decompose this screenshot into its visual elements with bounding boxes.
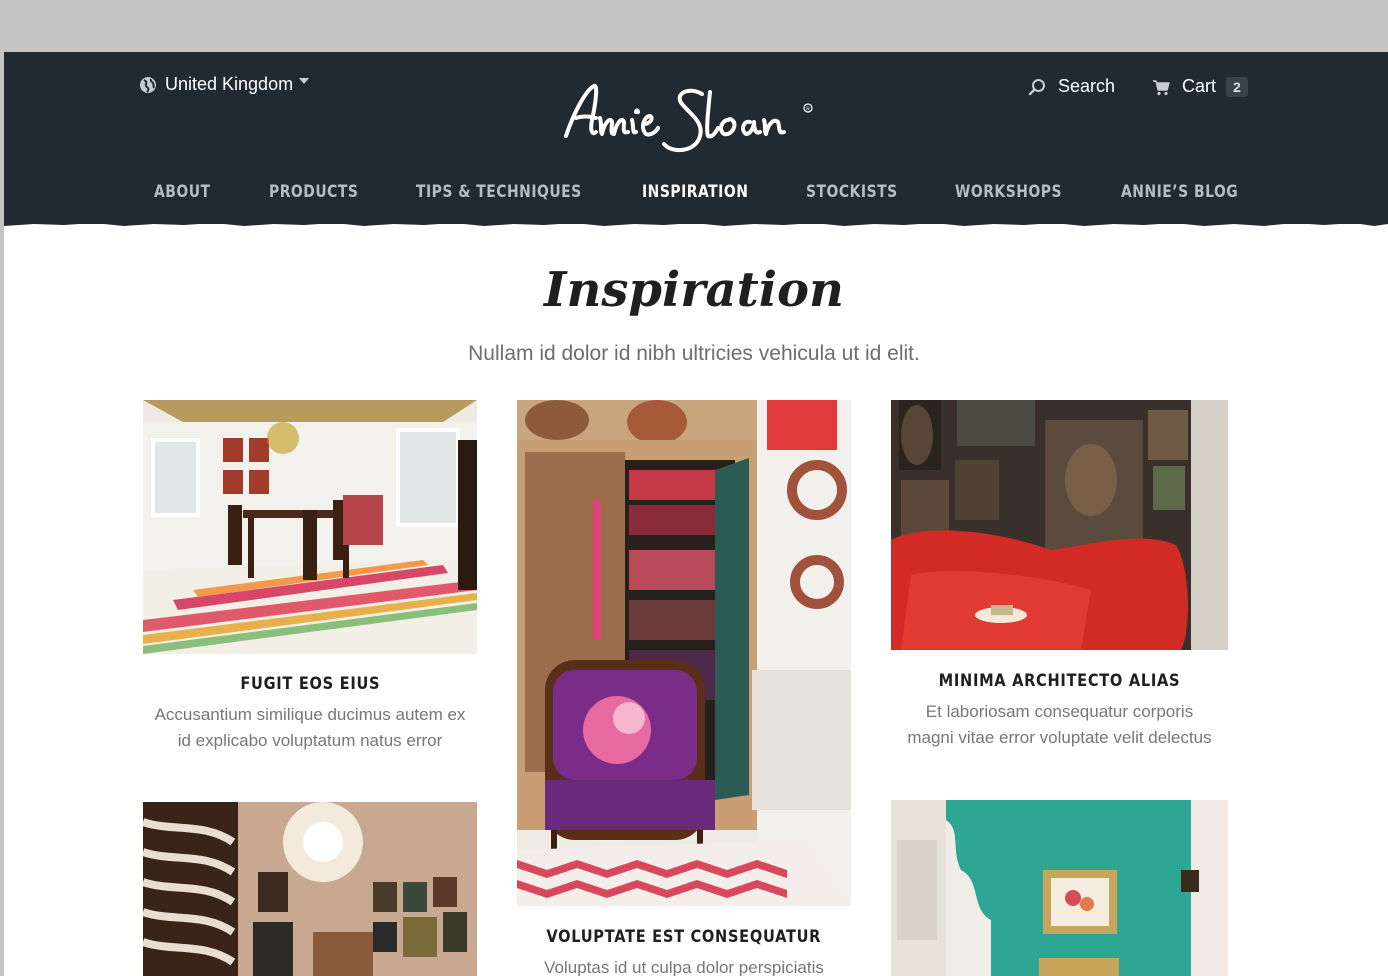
- nav-item-tips-techniques[interactable]: TIPS & TECHNIQUES: [416, 182, 582, 202]
- search-link[interactable]: Search: [1028, 76, 1115, 97]
- chevron-down-icon: [299, 77, 310, 84]
- nav-item-about[interactable]: ABOUT: [154, 182, 211, 202]
- cart-count-badge: 2: [1226, 76, 1248, 97]
- page-title: Inspiration: [544, 262, 844, 318]
- card-image-cabinet-chair[interactable]: [517, 400, 851, 906]
- cart-icon: [1153, 79, 1170, 95]
- page-subtitle: Nullam id dolor id nibh ultricies vehicu…: [468, 342, 920, 365]
- globe-icon: [140, 76, 156, 93]
- brand-logo[interactable]: R: [552, 72, 842, 164]
- browser-chrome-bar: [0, 0, 1388, 52]
- card-description: Voluptas id ut culpa dolor perspiciatis: [544, 958, 824, 976]
- search-icon: [1028, 78, 1045, 95]
- nav-item-inspiration[interactable]: INSPIRATION: [642, 182, 748, 202]
- nav-item-workshops[interactable]: WORKSHOPS: [955, 182, 1062, 202]
- nav-item-stockists[interactable]: STOCKISTS: [806, 182, 898, 202]
- card-title[interactable]: MINIMA ARCHITECTO ALIAS: [891, 671, 1228, 691]
- card-image-teal-wall[interactable]: [891, 800, 1228, 976]
- card-description: Et laboriosam consequatur corporis magni…: [907, 702, 1212, 747]
- header-rough-edge: [4, 221, 1388, 226]
- cart-link[interactable]: Cart 2: [1152, 76, 1248, 97]
- card-title[interactable]: FUGIT EOS EIUS: [143, 674, 477, 694]
- cart-label: Cart: [1182, 76, 1217, 96]
- card-title[interactable]: VOLUPTATE EST CONSEQUATUR: [517, 927, 851, 947]
- region-label: United Kingdom: [165, 74, 294, 94]
- svg-text:R: R: [806, 107, 810, 113]
- site-header: United Kingdom R Search Cart 2 ABOUT PRO…: [4, 52, 1388, 226]
- main-nav: ABOUT PRODUCTS TIPS & TECHNIQUES INSPIRA…: [154, 182, 1254, 206]
- card-description: Accusantium similique ducimus autem ex i…: [154, 705, 466, 750]
- card-image-red-sofa[interactable]: [891, 400, 1228, 650]
- card-image-dining-room[interactable]: [143, 400, 477, 654]
- search-label: Search: [1058, 76, 1116, 96]
- region-selector[interactable]: United Kingdom: [139, 74, 310, 95]
- nav-item-products[interactable]: PRODUCTS: [269, 182, 358, 202]
- nav-item-annies-blog[interactable]: ANNIE’S BLOG: [1121, 182, 1238, 202]
- card-image-gallery-room[interactable]: [143, 802, 477, 976]
